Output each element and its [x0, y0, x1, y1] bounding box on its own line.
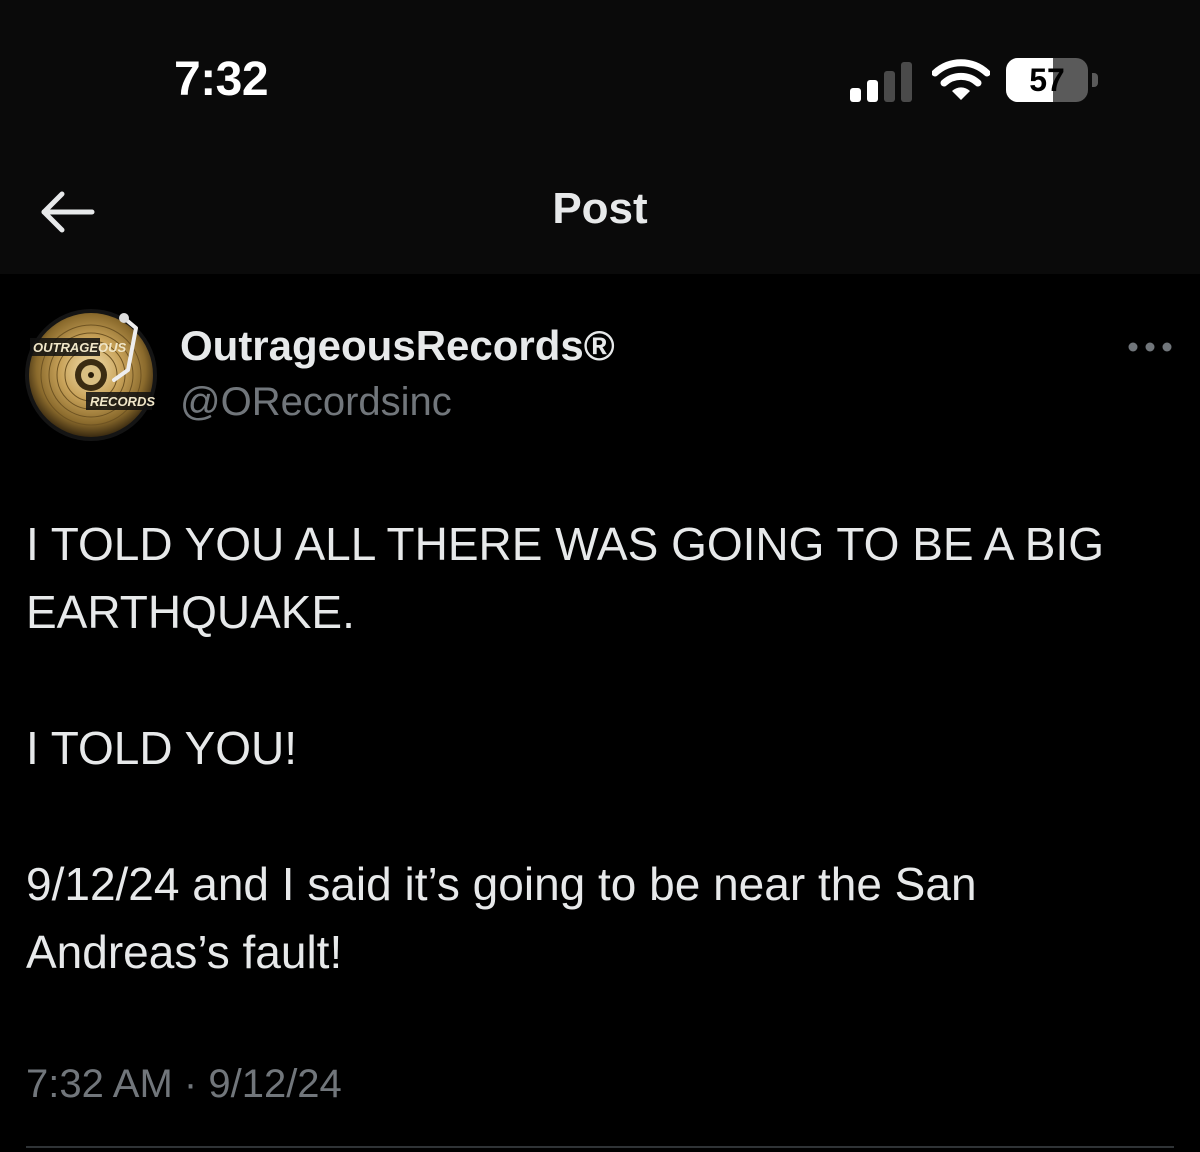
- post-paragraph: 9/12/24 and I said it’s going to be near…: [26, 858, 977, 978]
- post-paragraph: I TOLD YOU ALL THERE WAS GOING TO BE A B…: [26, 518, 1104, 638]
- top-nav-bar: Post: [0, 152, 1200, 274]
- post-date[interactable]: 9/12/24: [208, 1062, 341, 1106]
- post-paragraph: I TOLD YOU!: [26, 722, 297, 774]
- status-bar: 7:32 57: [0, 0, 1200, 152]
- page-title: Post: [552, 184, 648, 233]
- battery-icon: 57: [1006, 58, 1100, 102]
- battery-percent: 57: [1029, 62, 1065, 98]
- back-arrow-icon[interactable]: [30, 180, 102, 244]
- avatar-logo-bottom-text: RECORDS: [90, 394, 155, 409]
- post-timestamp: 7:32 AM · 9/12/24: [26, 1062, 342, 1107]
- more-options-icon[interactable]: [1124, 332, 1176, 362]
- wifi-icon: [932, 59, 990, 100]
- cellular-signal-icon: [850, 60, 912, 102]
- status-time: 7:32: [174, 53, 269, 106]
- author-display-name[interactable]: OutrageousRecords®: [180, 322, 615, 370]
- author-handle[interactable]: @ORecordsinc: [180, 380, 452, 425]
- meta-separator: ·: [183, 1062, 198, 1106]
- post-time[interactable]: 7:32 AM: [26, 1062, 173, 1106]
- post-body: I TOLD YOU ALL THERE WAS GOING TO BE A B…: [26, 510, 1176, 1054]
- avatar-logo-top-text: OUTRAGEOUS: [33, 340, 127, 355]
- author-avatar[interactable]: OUTRAGEOUS RECORDS: [24, 308, 158, 442]
- divider: [26, 1146, 1174, 1148]
- post-detail: OUTRAGEOUS RECORDS OutrageousRecords® @O…: [0, 274, 1200, 1152]
